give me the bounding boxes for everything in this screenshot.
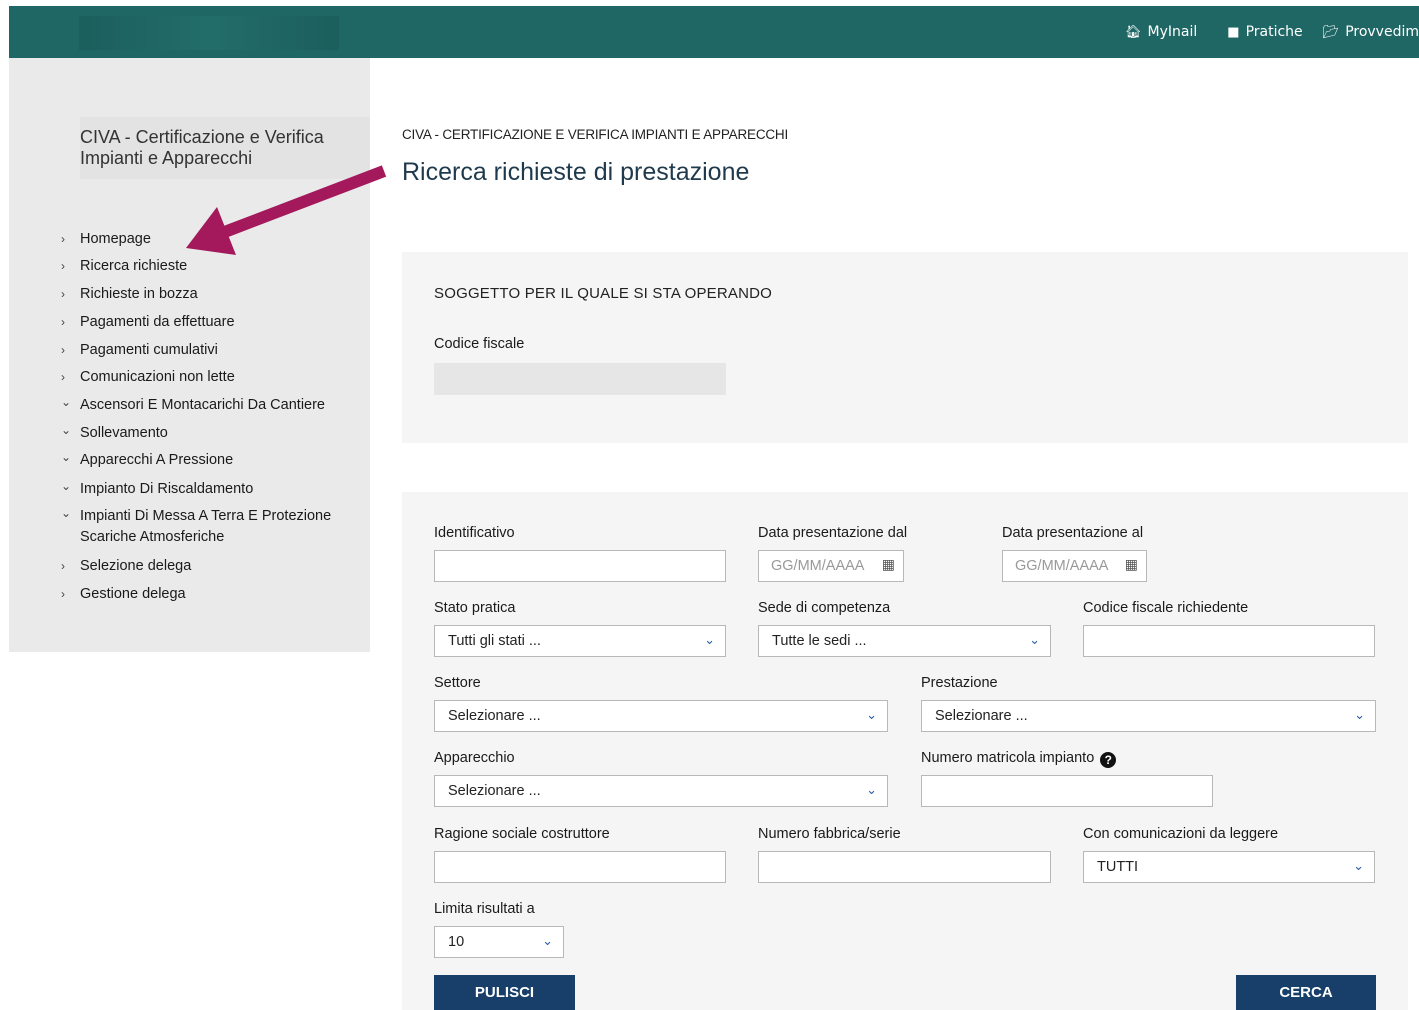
annotation-arrow xyxy=(186,165,387,255)
annotation-arrow-shaft xyxy=(219,165,387,239)
